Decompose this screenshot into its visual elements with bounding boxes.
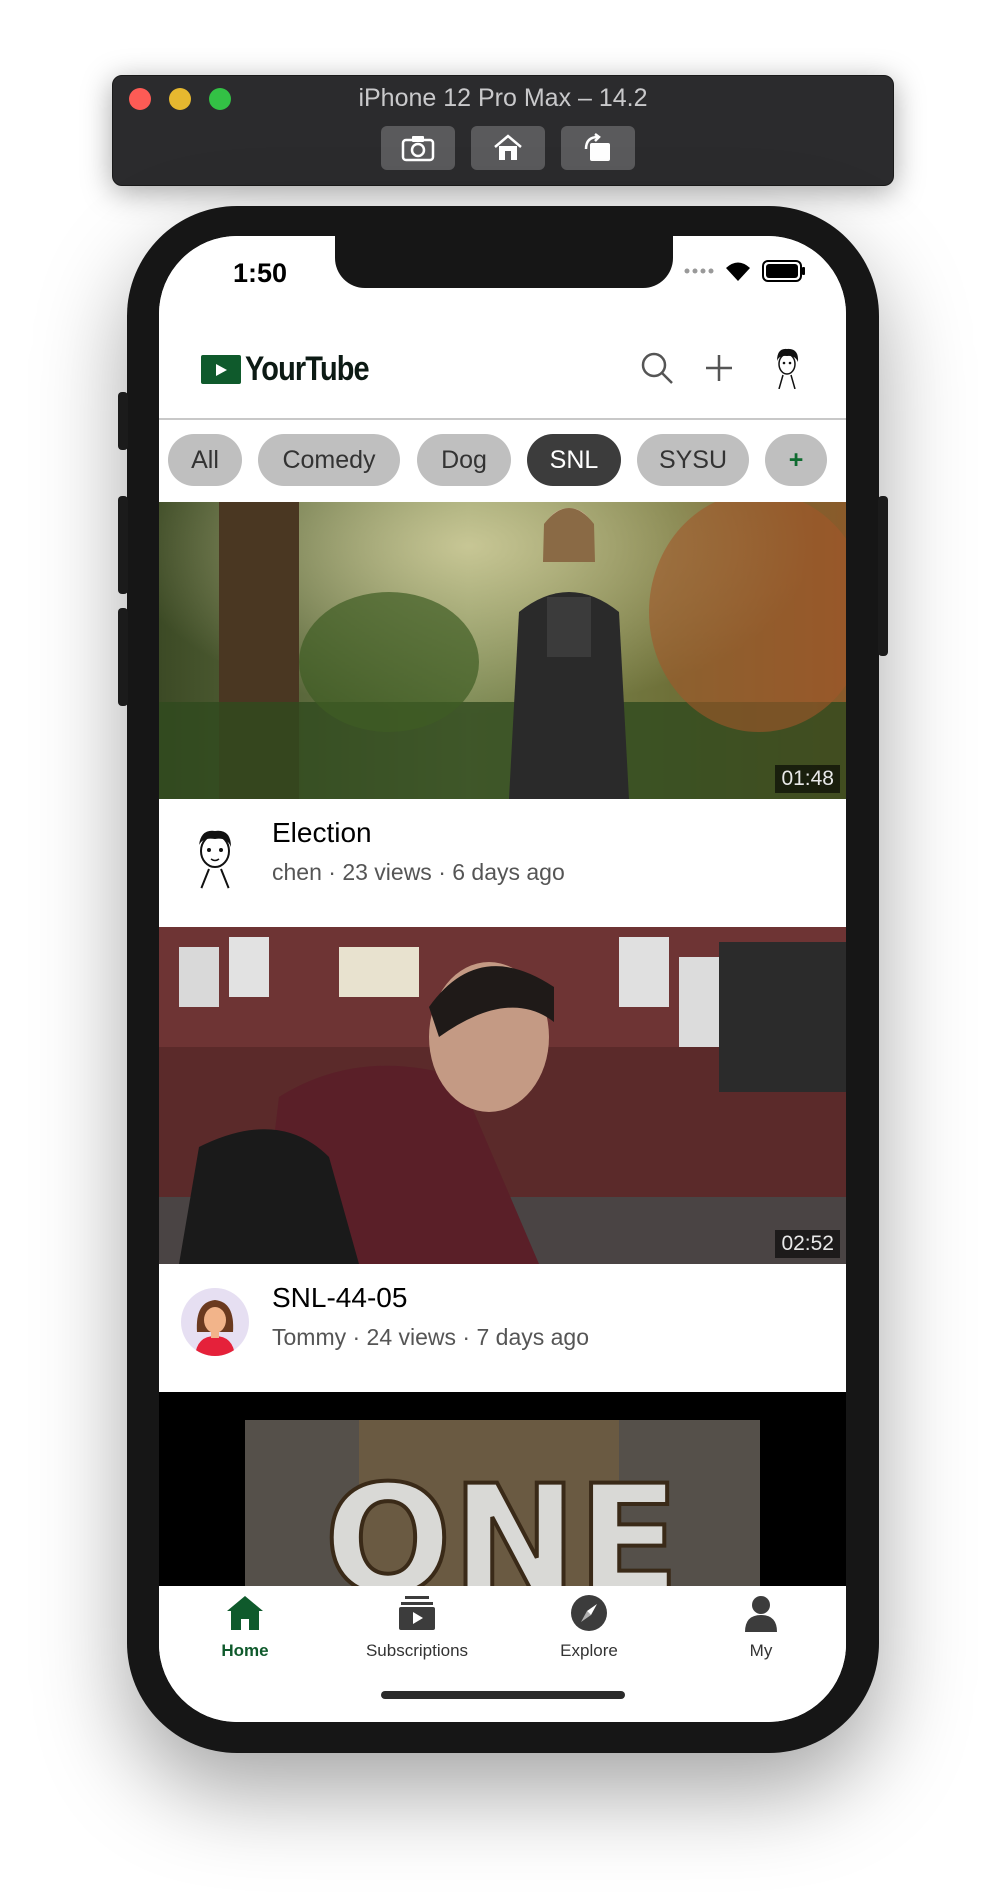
person-icon bbox=[745, 1596, 777, 1632]
video-thumbnail[interactable]: 01:48 bbox=[159, 462, 846, 799]
screenshot-icon bbox=[401, 136, 435, 162]
simulator-title: iPhone 12 Pro Max – 14.2 bbox=[358, 84, 648, 112]
avatar-icon bbox=[777, 348, 799, 389]
wifi-icon bbox=[726, 262, 750, 281]
tab-subscriptions[interactable]: Subscriptions bbox=[331, 1594, 503, 1661]
one-thumbnail-image: ONE bbox=[159, 1392, 846, 1592]
forest-thumbnail-image bbox=[159, 462, 846, 799]
tab-my[interactable]: My bbox=[675, 1594, 846, 1661]
volume-up-button bbox=[118, 496, 128, 594]
channel-avatar[interactable] bbox=[181, 1288, 249, 1356]
logo-text: YourTube bbox=[245, 350, 370, 388]
power-button bbox=[878, 496, 888, 656]
video-thumbnail[interactable]: ONE bbox=[159, 1392, 846, 1592]
classroom-thumbnail-image bbox=[159, 927, 846, 1264]
tab-label: Explore bbox=[560, 1641, 618, 1660]
video-title[interactable]: SNL-44-05 bbox=[272, 1282, 407, 1314]
video-title[interactable]: Election bbox=[272, 817, 372, 849]
channel-avatar[interactable] bbox=[181, 823, 249, 891]
rotate-button[interactable] bbox=[561, 126, 635, 170]
home-icon bbox=[494, 134, 522, 160]
status-time: 1:50 bbox=[233, 258, 288, 288]
tab-label: My bbox=[749, 1641, 773, 1660]
home-icon bbox=[227, 1596, 263, 1630]
plus-icon bbox=[706, 355, 732, 381]
tab-label: Subscriptions bbox=[365, 1641, 469, 1660]
app-logo[interactable]: YourTube bbox=[201, 350, 391, 389]
upload-button[interactable] bbox=[699, 348, 739, 388]
rotate-icon bbox=[584, 133, 610, 161]
home-button[interactable] bbox=[471, 126, 545, 170]
app-header: YourTube bbox=[159, 312, 846, 420]
chip-sysu[interactable]: SYSU bbox=[637, 434, 749, 486]
profile-avatar-button[interactable] bbox=[767, 348, 807, 389]
chip-dog[interactable]: Dog bbox=[417, 434, 511, 486]
thumbnail-overlay-text: ONE bbox=[324, 1454, 680, 1592]
category-chips: All Comedy Dog SNL SYSU + bbox=[159, 420, 846, 502]
video-duration: 01:48 bbox=[775, 765, 840, 793]
compass-icon bbox=[571, 1595, 607, 1631]
tab-explore[interactable]: Explore bbox=[503, 1594, 675, 1661]
video-thumbnail[interactable]: 02:52 bbox=[159, 927, 846, 1264]
mute-switch bbox=[118, 392, 128, 450]
subscriptions-icon bbox=[399, 1596, 435, 1630]
play-logo-icon bbox=[201, 355, 241, 384]
tab-home[interactable]: Home bbox=[159, 1594, 331, 1661]
video-info-row[interactable]: SNL-44-05 Tommy · 24 views · 7 days ago bbox=[159, 1264, 846, 1392]
add-chip-button[interactable]: + bbox=[765, 434, 827, 486]
signal-icon bbox=[684, 268, 714, 274]
search-icon bbox=[641, 352, 673, 384]
status-icons bbox=[684, 260, 806, 282]
chip-comedy[interactable]: Comedy bbox=[258, 434, 400, 486]
chip-all[interactable]: All bbox=[168, 434, 242, 486]
search-button[interactable] bbox=[637, 348, 677, 388]
phone-screen: 01:48 Election chen · 23 views · 6 days … bbox=[159, 236, 846, 1722]
notch bbox=[335, 236, 673, 288]
tab-bar: Home Subscriptions Explore My bbox=[159, 1586, 846, 1722]
video-info-row[interactable]: Election chen · 23 views · 6 days ago bbox=[159, 799, 846, 927]
volume-down-button bbox=[118, 608, 128, 706]
simulator-titlebar: iPhone 12 Pro Max – 14.2 bbox=[112, 75, 894, 186]
video-meta: chen · 23 views · 6 days ago bbox=[272, 859, 565, 885]
woman-avatar-icon bbox=[181, 1288, 249, 1356]
screenshot-button[interactable] bbox=[381, 126, 455, 170]
video-meta: Tommy · 24 views · 7 days ago bbox=[272, 1324, 590, 1350]
cartoon-avatar-icon bbox=[181, 823, 249, 891]
video-duration: 02:52 bbox=[775, 1230, 840, 1258]
tab-label: Home bbox=[221, 1641, 269, 1660]
battery-icon bbox=[762, 260, 805, 282]
chip-snl[interactable]: SNL bbox=[527, 434, 621, 486]
home-indicator bbox=[381, 1691, 625, 1699]
